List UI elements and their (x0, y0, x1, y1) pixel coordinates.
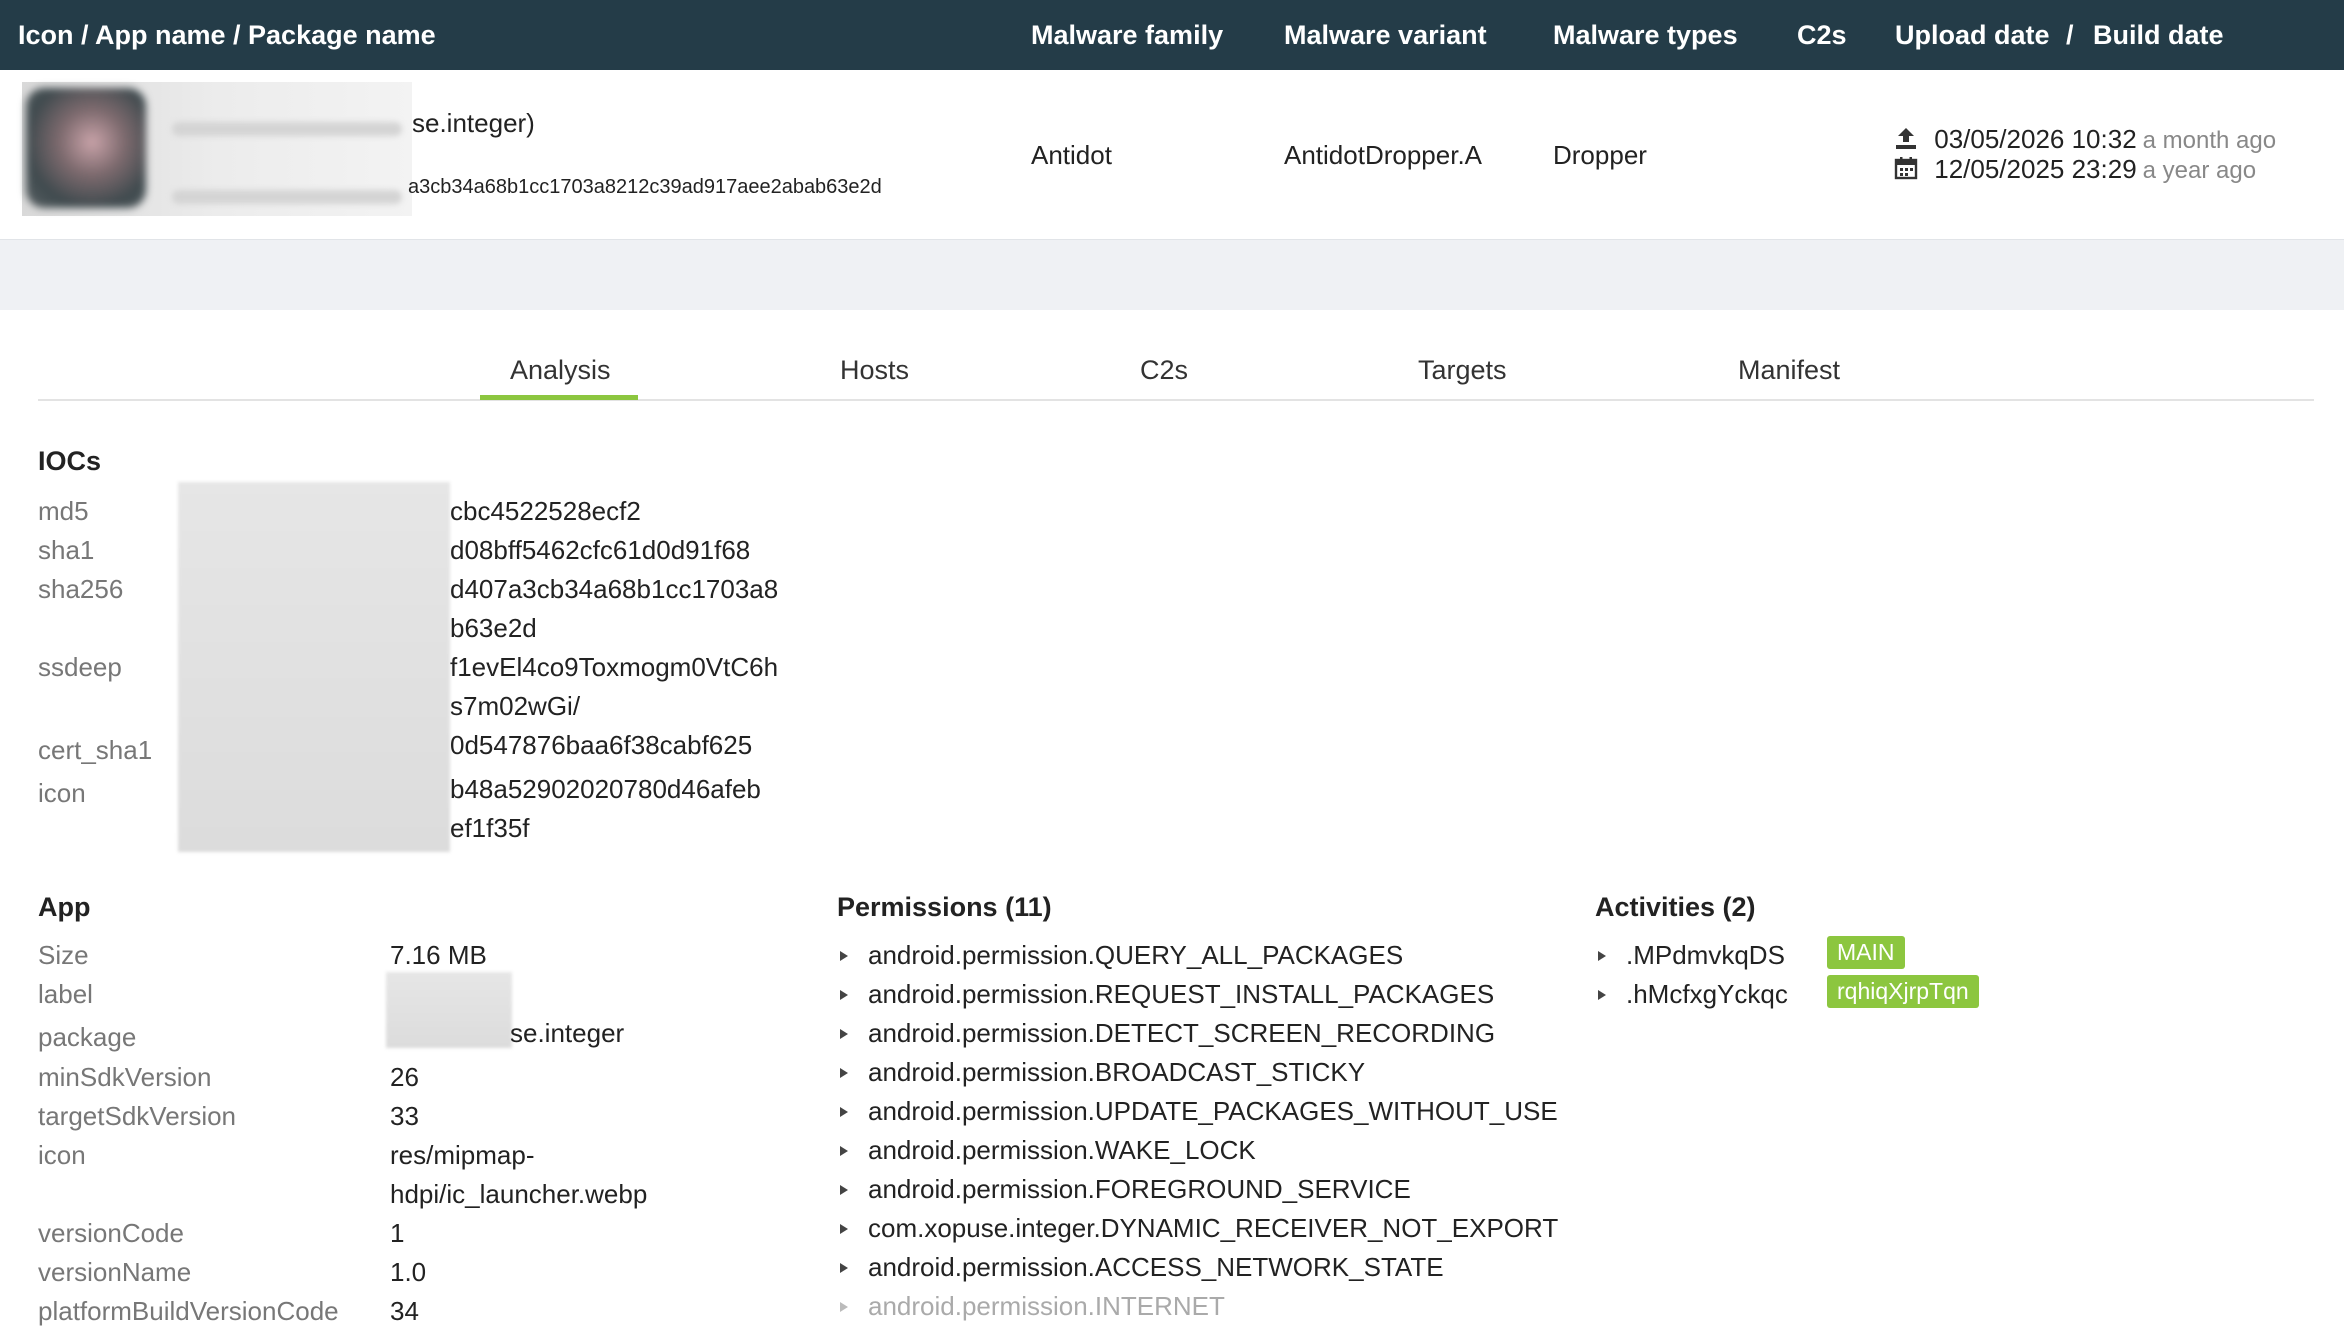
app-icon (26, 88, 146, 208)
permission-item[interactable]: android.permission.UPDATE_PACKAGES_WITHO… (840, 1096, 1558, 1127)
permission-item[interactable]: android.permission.ACCESS_NETWORK_STATE (840, 1252, 1444, 1283)
ioc-md5-value[interactable]: cbc4522528ecf2 (450, 496, 641, 527)
app-thumbnail-redacted (22, 82, 412, 216)
upload-date: 03/05/2026 10:32 a month ago (1893, 124, 2276, 155)
col-build-date[interactable]: Build date (2093, 20, 2224, 51)
col-malware-variant[interactable]: Malware variant (1284, 20, 1487, 51)
col-upload-date[interactable]: Upload date (1895, 20, 2050, 51)
app-versionname-value: 1.0 (390, 1257, 427, 1287)
ioc-values-redacted (178, 482, 450, 852)
ioc-key-md5: md5 (38, 496, 89, 526)
disclosure-arrow-icon[interactable] (840, 1146, 848, 1156)
app-key-size: Size (38, 940, 89, 970)
app-key-versionname: versionName (38, 1257, 192, 1287)
app-icon-value-cont: hdpi/ic_launcher.webp (390, 1179, 648, 1209)
ioc-cert-sha1-value[interactable]: 0d547876baa6f38cabf625 (450, 730, 752, 761)
sample-hash: a3cb34a68b1cc1703a8212c39ad917aee2abab63… (408, 176, 882, 198)
tabs-divider (38, 399, 2314, 401)
tab-manifest[interactable]: Manifest (1738, 355, 1840, 386)
sample-row[interactable]: se.integer) a3cb34a68b1cc1703a8212c39ad9… (0, 70, 2344, 240)
app-key-package: package (38, 1022, 137, 1052)
active-tab-indicator (480, 395, 638, 400)
app-versioncode-value: 1 (390, 1218, 405, 1248)
ioc-sha1-value[interactable]: d08bff5462cfc61d0d91f68 (450, 535, 750, 566)
app-targetsdk-value: 33 (390, 1101, 419, 1131)
tab-hosts[interactable]: Hosts (840, 355, 909, 386)
col-malware-types[interactable]: Malware types (1553, 20, 1738, 51)
permissions-title: Permissions (11) (837, 892, 1052, 922)
disclosure-arrow-icon[interactable] (840, 951, 848, 961)
app-key-targetsdk: targetSdkVersion (38, 1101, 237, 1131)
ioc-icon-value-cont[interactable]: ef1f35f (450, 813, 530, 844)
upload-icon (1896, 128, 1916, 149)
col-separator: / (2066, 20, 2074, 50)
activity-badge-intent: rqhiqXjrpTqn (1827, 975, 1979, 1008)
activity-badge-main: MAIN (1827, 936, 1905, 969)
disclosure-arrow-icon[interactable] (840, 1068, 848, 1078)
iocs-title: IOCs (38, 446, 102, 476)
activities-title: Activities (2) (1595, 892, 1756, 922)
disclosure-arrow-icon[interactable] (840, 1263, 848, 1273)
app-key-versioncode: versionCode (38, 1218, 184, 1248)
app-key-platformbuild: platformBuildVersionCode (38, 1296, 339, 1326)
app-label-redacted (386, 972, 512, 1048)
permission-item[interactable]: android.permission.BROADCAST_STICKY (840, 1057, 1365, 1088)
activity-item[interactable]: .MPdmvkqDS (1598, 940, 1785, 971)
tab-c2s[interactable]: C2s (1140, 355, 1188, 386)
ioc-key-ssdeep: ssdeep (38, 652, 122, 682)
ioc-sha256-value-cont[interactable]: b63e2d (450, 613, 537, 644)
ioc-key-sha256: sha256 (38, 574, 124, 604)
app-package-value[interactable]: se.integer (510, 1018, 624, 1049)
calendar-icon (1894, 157, 1918, 180)
app-key-icon: icon (38, 1140, 86, 1170)
build-date-ago: a year ago (2142, 157, 2257, 184)
permission-item[interactable]: android.permission.INTERNET (840, 1291, 1225, 1322)
col-icon-app-package[interactable]: Icon / App name / Package name (18, 20, 436, 51)
disclosure-arrow-icon[interactable] (840, 1107, 848, 1117)
app-key-minsdk: minSdkVersion (38, 1062, 212, 1092)
upload-date-value: 03/05/2026 10:32 (1934, 124, 2137, 154)
ioc-key-cert-sha1: cert_sha1 (38, 735, 153, 765)
build-date-value: 12/05/2025 23:29 (1934, 154, 2137, 184)
activity-item[interactable]: .hMcfxgYckqc (1598, 979, 1788, 1010)
disclosure-arrow-icon[interactable] (840, 1224, 848, 1234)
permission-item[interactable]: android.permission.FOREGROUND_SERVICE (840, 1174, 1411, 1205)
app-icon-value: res/mipmap- (390, 1140, 535, 1170)
permission-item[interactable]: android.permission.REQUEST_INSTALL_PACKA… (840, 979, 1494, 1010)
upload-date-ago: a month ago (2142, 127, 2277, 154)
disclosure-arrow-icon[interactable] (840, 1302, 848, 1312)
disclosure-arrow-icon[interactable] (1598, 990, 1606, 1000)
ioc-ssdeep-value[interactable]: f1evEl4co9Toxmogm0VtC6h (450, 652, 778, 683)
app-minsdk-value: 26 (390, 1062, 419, 1092)
spacer-band (0, 240, 2344, 310)
malware-variant[interactable]: AntidotDropper.A (1284, 140, 1482, 171)
app-size-value: 7.16 MB (390, 940, 487, 970)
permission-item[interactable]: com.xopuse.integer.DYNAMIC_RECEIVER_NOT_… (840, 1213, 1558, 1244)
disclosure-arrow-icon[interactable] (840, 1029, 848, 1039)
app-title: App (38, 892, 91, 922)
app-name: se.integer) (412, 108, 535, 138)
ioc-key-icon: icon (38, 778, 86, 808)
disclosure-arrow-icon[interactable] (840, 990, 848, 1000)
permission-item[interactable]: android.permission.QUERY_ALL_PACKAGES (840, 940, 1403, 971)
build-date: 12/05/2025 23:29 a year ago (1893, 154, 2256, 185)
app-key-label: label (38, 979, 93, 1009)
ioc-sha256-value[interactable]: d407a3cb34a68b1cc1703a8 (450, 574, 778, 605)
ioc-key-sha1: sha1 (38, 535, 95, 565)
ioc-icon-value[interactable]: b48a52902020780d46afeb (450, 774, 761, 805)
col-c2s[interactable]: C2s (1797, 20, 1847, 51)
permission-item[interactable]: android.permission.DETECT_SCREEN_RECORDI… (840, 1018, 1495, 1049)
tab-targets[interactable]: Targets (1418, 355, 1507, 386)
disclosure-arrow-icon[interactable] (1598, 951, 1606, 961)
table-header: Icon / App name / Package name Malware f… (0, 0, 2344, 70)
malware-types[interactable]: Dropper (1553, 140, 1647, 171)
tab-analysis[interactable]: Analysis (510, 355, 611, 386)
ioc-ssdeep-value-cont[interactable]: s7m02wGi/ (450, 691, 580, 722)
malware-family[interactable]: Antidot (1031, 140, 1112, 171)
app-platformbuild-value: 34 (390, 1296, 419, 1326)
permission-item[interactable]: android.permission.WAKE_LOCK (840, 1135, 1256, 1166)
col-malware-family[interactable]: Malware family (1031, 20, 1223, 51)
disclosure-arrow-icon[interactable] (840, 1185, 848, 1195)
